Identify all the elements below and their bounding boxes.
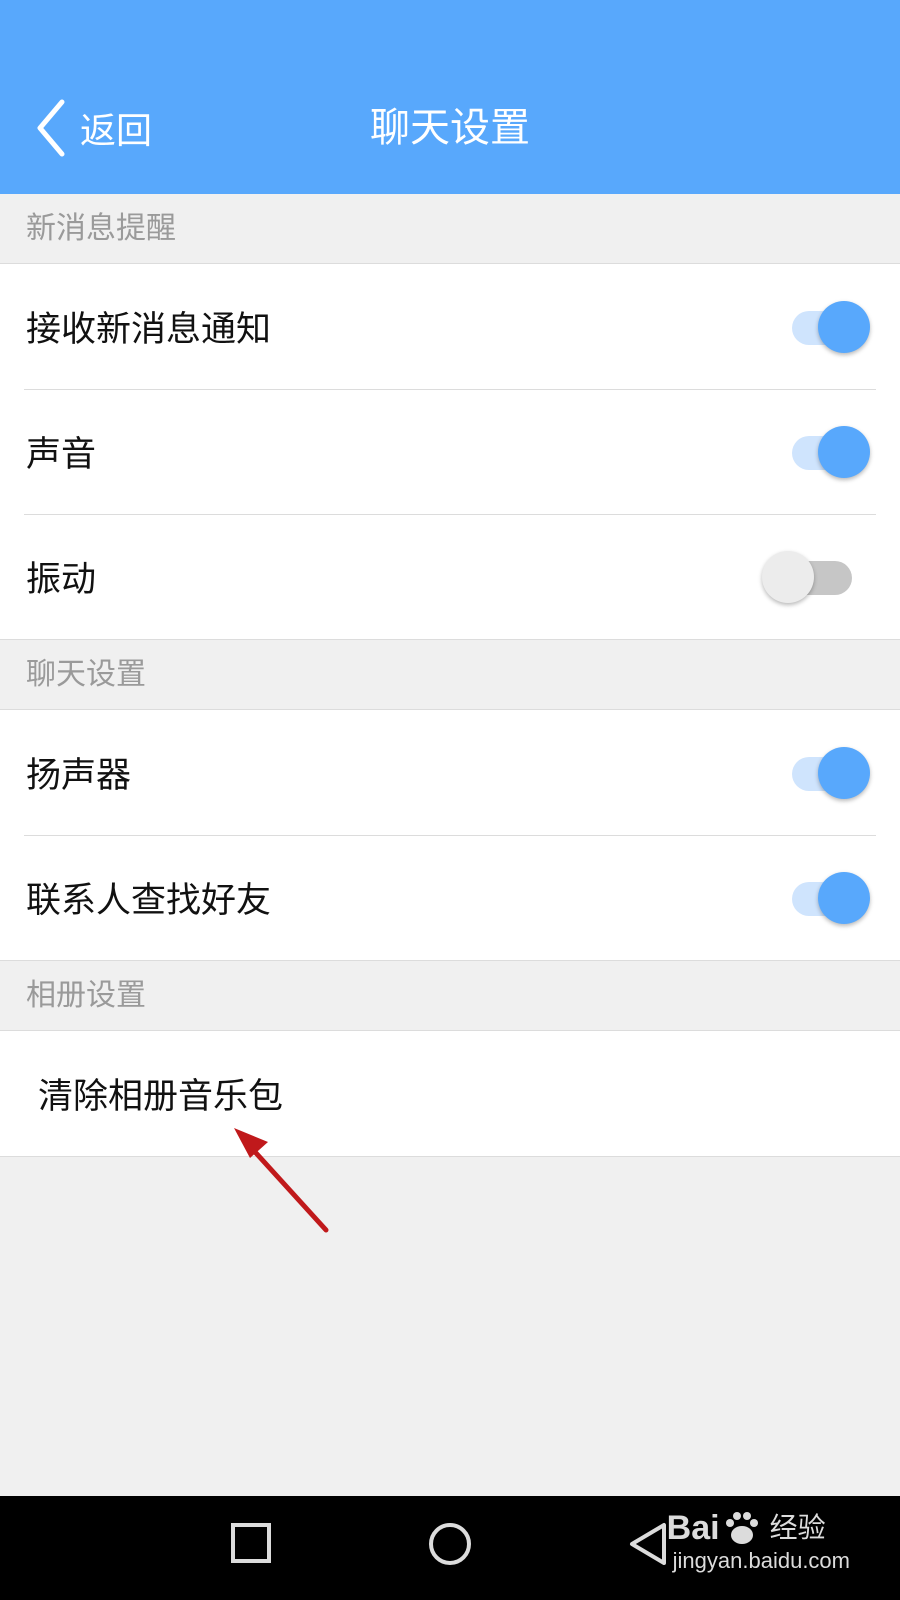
settings-group-new-message: 接收新消息通知 声音 振动 xyxy=(0,264,900,640)
back-triangle-icon[interactable] xyxy=(628,1522,668,1566)
setting-label: 扬声器 xyxy=(26,756,132,796)
paw-icon xyxy=(725,1512,758,1544)
section-header-chat-settings: 聊天设置 xyxy=(0,640,900,710)
setting-label: 声音 xyxy=(26,435,97,475)
toggle-switch-sound[interactable] xyxy=(788,424,870,480)
toggle-knob xyxy=(818,746,870,799)
setting-label: 清除相册音乐包 xyxy=(38,1077,284,1117)
settings-group-chat: 扬声器 联系人查找好友 xyxy=(0,710,900,961)
recent-apps-icon[interactable] xyxy=(230,1522,272,1564)
settings-group-album: 清除相册音乐包 xyxy=(0,1031,900,1157)
section-header-album-settings: 相册设置 xyxy=(0,961,900,1031)
page-title: 聊天设置 xyxy=(370,105,530,151)
watermark-url: jingyan.baidu.com xyxy=(672,1548,850,1573)
setting-row-contacts-find-friends[interactable]: 联系人查找好友 xyxy=(0,835,900,960)
setting-row-receive-notifications[interactable]: 接收新消息通知 xyxy=(0,264,900,389)
watermark-brand-suffix: 经验 xyxy=(769,1512,826,1543)
setting-row-vibration[interactable]: 振动 xyxy=(0,514,900,639)
baidu-jingyan-watermark: Bai 经验 jingyan.baidu.com xyxy=(667,1508,850,1574)
toggle-switch-vibration[interactable] xyxy=(762,549,866,605)
clear-album-music-button[interactable]: 清除相册音乐包 xyxy=(0,1031,900,1156)
toggle-knob xyxy=(818,425,870,478)
toggle-switch-speaker[interactable] xyxy=(788,745,870,801)
setting-label: 振动 xyxy=(26,560,97,600)
toggle-knob xyxy=(818,300,870,353)
toggle-switch-contacts-find-friends[interactable] xyxy=(788,870,870,926)
toggle-knob xyxy=(818,871,870,924)
setting-label: 联系人查找好友 xyxy=(26,881,272,921)
setting-label: 接收新消息通知 xyxy=(26,310,272,350)
setting-row-sound[interactable]: 声音 xyxy=(0,389,900,514)
toggle-knob xyxy=(762,550,814,603)
watermark-brand: Bai xyxy=(666,1509,720,1547)
section-header-new-message: 新消息提醒 xyxy=(0,194,900,264)
setting-row-speaker[interactable]: 扬声器 xyxy=(0,710,900,835)
app-header: 返回 聊天设置 xyxy=(0,0,900,194)
red-arrow-icon xyxy=(234,1128,329,1233)
home-icon[interactable] xyxy=(428,1522,472,1566)
toggle-switch-receive-notifications[interactable] xyxy=(788,299,870,355)
